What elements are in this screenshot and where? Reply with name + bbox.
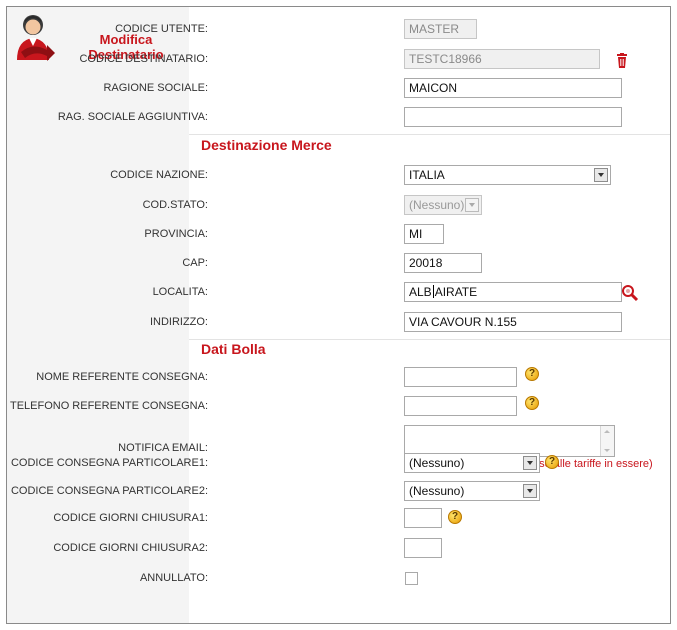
row-consegna-particolare1: CODICE CONSEGNA PARTICOLARE1: (Nessuno) …: [11, 452, 670, 474]
provincia-label: PROVINCIA:: [144, 228, 208, 240]
cap-label: CAP:: [182, 257, 208, 269]
consegna-particolare2-label: CODICE CONSEGNA PARTICOLARE2:: [10, 485, 208, 497]
indirizzo-field[interactable]: VIA CAVOUR N.155: [404, 312, 622, 332]
annullato-checkbox[interactable]: [405, 572, 418, 585]
consegna-particolare1-label: CODICE CONSEGNA PARTICOLARE1:: [10, 457, 208, 469]
codice-nazione-label: CODICE NAZIONE:: [110, 169, 208, 181]
localita-field[interactable]: ALB AIRATE: [404, 282, 622, 302]
row-ragione-sociale: RAGIONE SOCIALE: MAICON: [103, 77, 670, 99]
chevron-down-icon[interactable]: [523, 484, 537, 498]
user-edit-icon: [17, 15, 55, 61]
row-provincia: PROVINCIA: MI: [144, 223, 670, 245]
nome-referente-field[interactable]: [404, 367, 517, 387]
row-giorni-chiusura1: CODICE GIORNI CHIUSURA1: ?: [53, 507, 670, 529]
giorni-chiusura2-label: CODICE GIORNI CHIUSURA2:: [53, 542, 208, 554]
indirizzo-label: INDIRIZZO:: [149, 316, 208, 328]
codice-nazione-select[interactable]: ITALIA: [404, 165, 611, 185]
chevron-down-icon[interactable]: [523, 456, 537, 470]
codice-destinatario-field[interactable]: TESTC18966: [404, 49, 600, 69]
section-destinazione-merce: Destinazione Merce: [201, 137, 332, 153]
row-rag-sociale-aggiuntiva: RAG. SOCIALE AGGIUNTIVA:: [58, 106, 670, 128]
localita-label: LOCALITA:: [152, 286, 208, 298]
chevron-down-icon[interactable]: [465, 198, 479, 212]
form-content: CODICE UTENTE: MASTER CODICE DESTINATARI…: [10, 7, 670, 623]
nome-referente-label: NOME REFERENTE CONSEGNA:: [36, 371, 208, 383]
telefono-referente-label: TELEFONO REFERENTE CONSEGNA:: [9, 400, 208, 412]
row-indirizzo: INDIRIZZO: VIA CAVOUR N.155: [150, 311, 670, 333]
row-cod-stato: COD.STATO: (Nessuno): [143, 194, 670, 216]
help-icon[interactable]: ?: [525, 367, 539, 381]
row-consegna-particolare2: CODICE CONSEGNA PARTICOLARE2: (Nessuno): [11, 480, 670, 502]
form-window: Modifica Destinatario CODICE UTENTE: MAS…: [6, 6, 671, 624]
codice-nazione-value: ITALIA: [409, 168, 445, 182]
chevron-down-icon[interactable]: [594, 168, 608, 182]
consegna-particolare2-value: (Nessuno): [409, 484, 465, 498]
help-icon[interactable]: ?: [448, 510, 462, 524]
giorni-chiusura2-field[interactable]: [404, 538, 442, 558]
codice-utente-field[interactable]: MASTER: [404, 19, 477, 39]
section-dati-bolla: Dati Bolla: [201, 341, 266, 357]
cod-stato-label: COD.STATO:: [142, 199, 208, 211]
row-codice-nazione: CODICE NAZIONE: ITALIA: [110, 164, 670, 186]
ragione-sociale-field[interactable]: MAICON: [404, 78, 622, 98]
giorni-chiusura1-field[interactable]: [404, 508, 442, 528]
provincia-field[interactable]: MI: [404, 224, 444, 244]
row-telefono-referente: TELEFONO REFERENTE CONSEGNA: ?: [10, 395, 670, 417]
codice-destinatario-label: CODICE DESTINATARIO:: [79, 53, 208, 65]
row-codice-destinatario: CODICE DESTINATARIO: TESTC18966: [79, 48, 670, 70]
localita-value-part2: AIRATE: [434, 285, 478, 299]
annullato-label: ANNULLATO:: [139, 572, 208, 584]
rag-sociale-aggiuntiva-field[interactable]: [404, 107, 622, 127]
cod-stato-select[interactable]: (Nessuno): [404, 195, 482, 215]
row-giorni-chiusura2: CODICE GIORNI CHIUSURA2:: [53, 537, 670, 559]
consegna-particolare1-select[interactable]: (Nessuno): [404, 453, 540, 473]
row-cap: CAP: 20018: [182, 252, 670, 274]
help-icon[interactable]: ?: [525, 396, 539, 410]
ragione-sociale-label: RAGIONE SOCIALE:: [103, 82, 208, 94]
cod-stato-value: (Nessuno): [409, 198, 465, 212]
row-annullato: ANNULLATO:: [140, 567, 670, 589]
codice-utente-label: CODICE UTENTE:: [115, 23, 208, 35]
consegna-particolare1-value: (Nessuno): [409, 456, 465, 470]
row-codice-utente: CODICE UTENTE: MASTER: [115, 18, 670, 40]
cap-field[interactable]: 20018: [404, 253, 482, 273]
rag-sociale-aggiuntiva-label: RAG. SOCIALE AGGIUNTIVA:: [57, 111, 208, 123]
row-localita: LOCALITA: ALB AIRATE: [153, 281, 670, 303]
delete-trash-icon[interactable]: [615, 53, 629, 69]
search-icon[interactable]: [621, 284, 639, 302]
telefono-referente-field[interactable]: [404, 396, 517, 416]
consegna-particolare2-select[interactable]: (Nessuno): [404, 481, 540, 501]
giorni-chiusura1-label: CODICE GIORNI CHIUSURA1:: [53, 512, 208, 524]
localita-value-part1: ALB: [409, 285, 432, 299]
row-nome-referente: NOME REFERENTE CONSEGNA: ?: [36, 366, 670, 388]
help-icon[interactable]: ?: [545, 455, 559, 469]
text-cursor: [432, 285, 434, 298]
